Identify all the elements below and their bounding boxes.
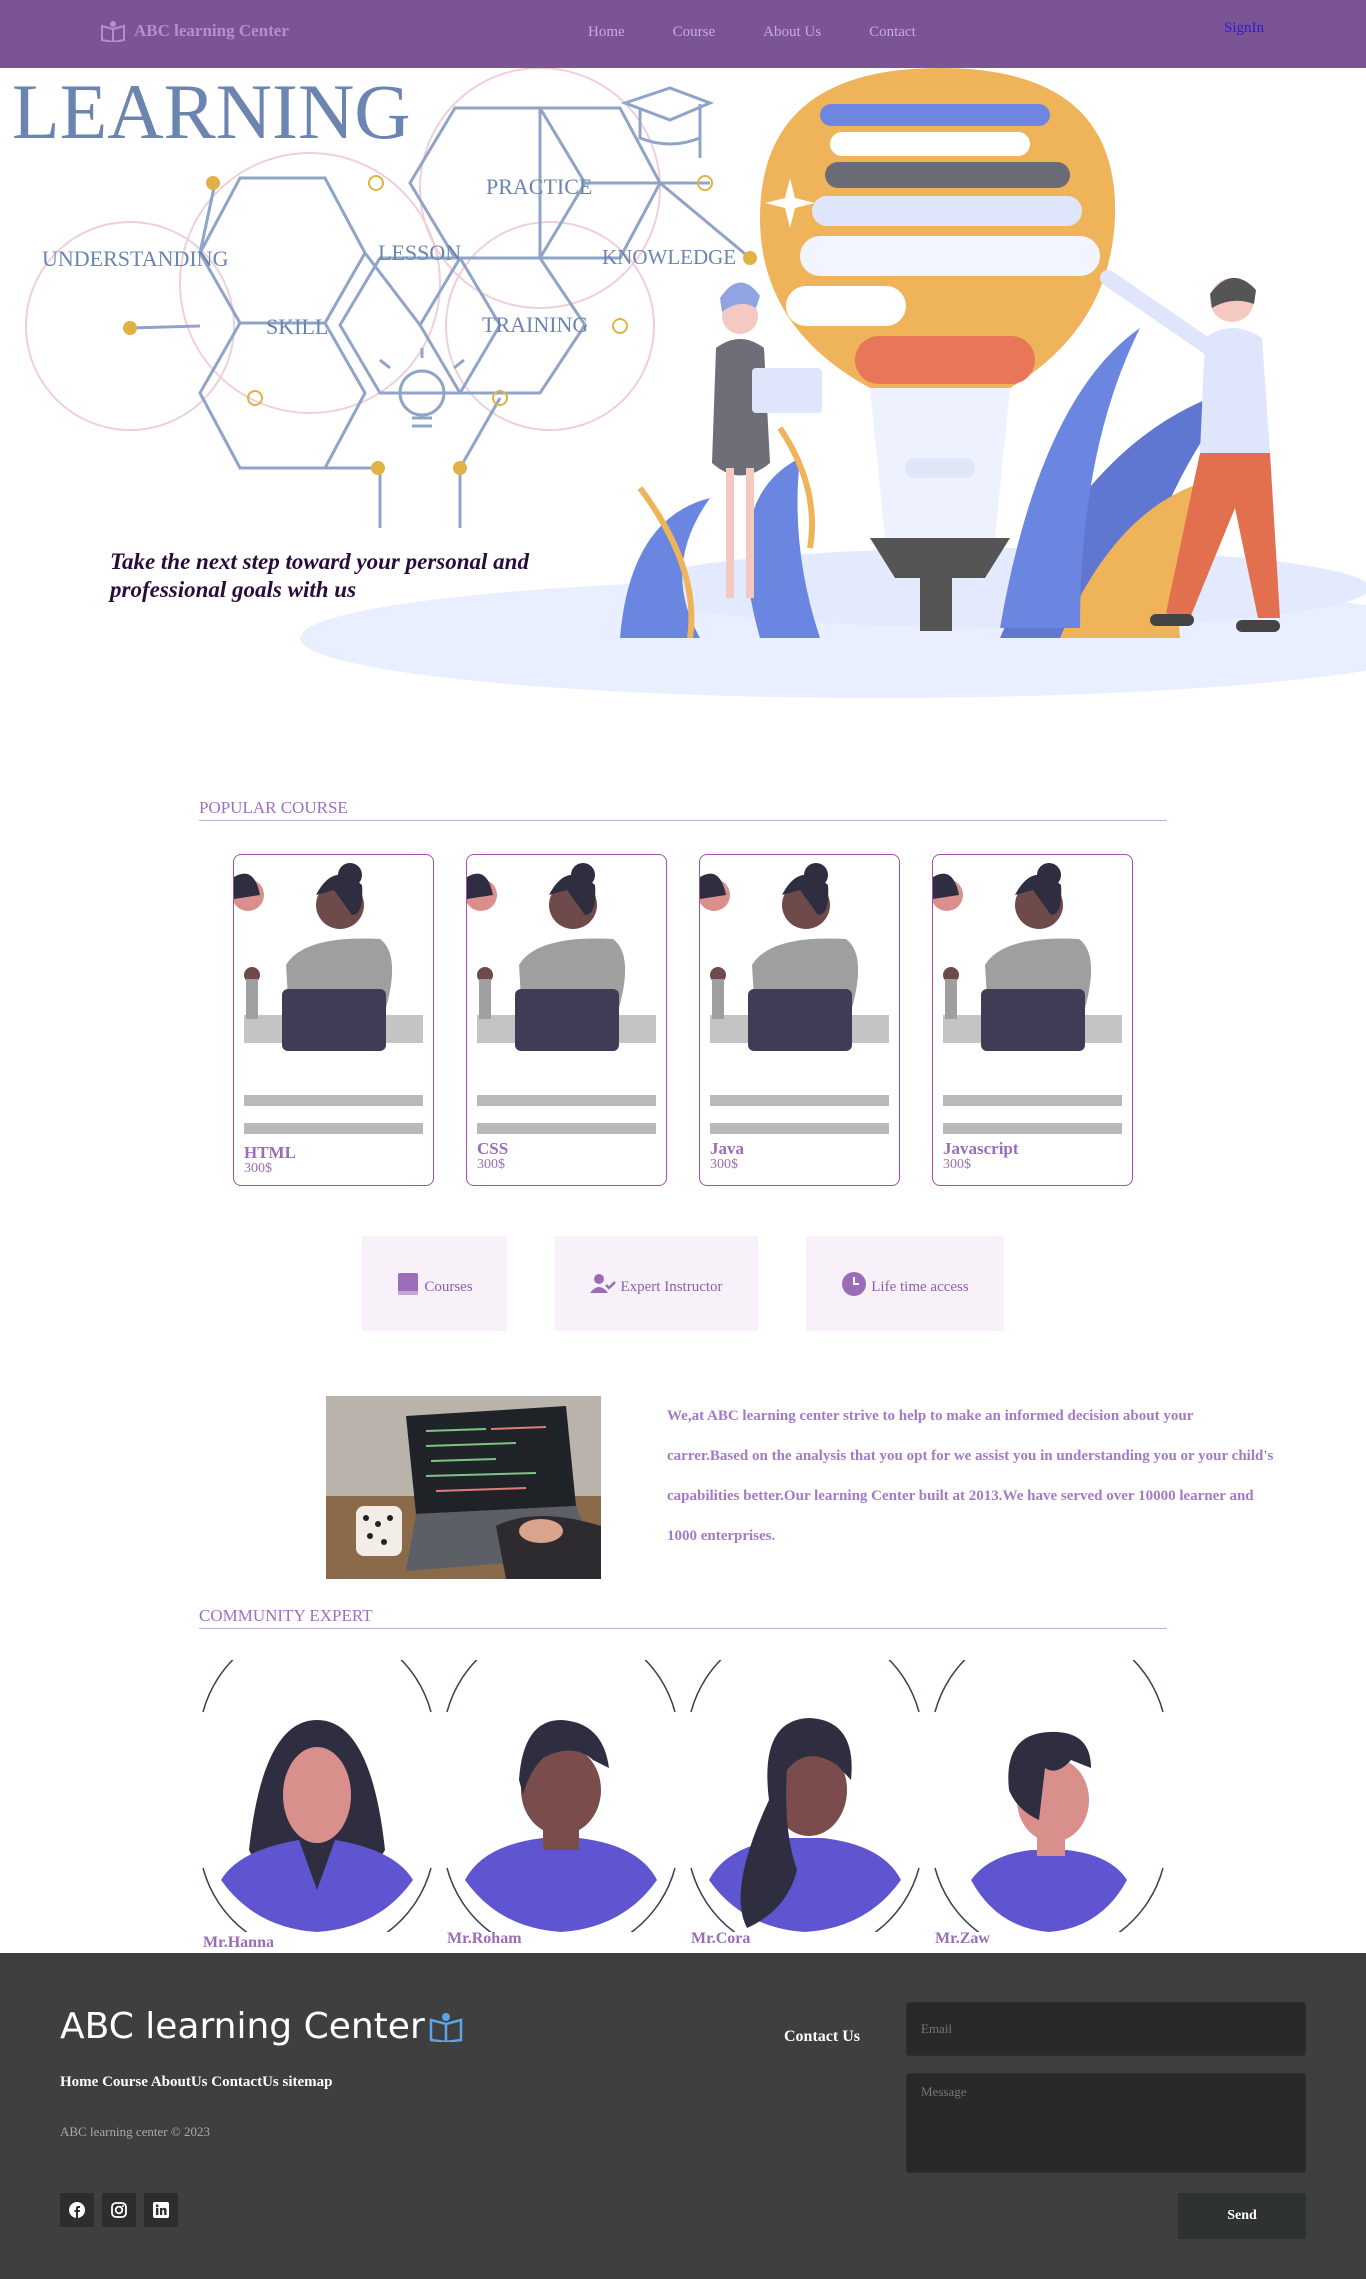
nav-link-contact[interactable]: Contact (869, 24, 916, 41)
hero-illustration: LEARNING UNDERSTANDING PRACTICE LESSON K… (12, 68, 1366, 698)
linkedin-icon (153, 2202, 169, 2218)
expert-name: Mr.Hanna (203, 1934, 274, 1951)
card-placeholder-line (477, 1123, 656, 1134)
nav-link-home[interactable]: Home (588, 24, 625, 41)
course-illustration (467, 863, 656, 1051)
instagram-icon (111, 2202, 127, 2218)
book-icon (398, 1272, 419, 1295)
expert-card-hanna[interactable]: Mr.Hanna (199, 1623, 435, 1957)
course-name: HTML (244, 1143, 296, 1162)
course-price: 300$ (943, 1157, 971, 1172)
nav-link-course[interactable]: Course (673, 24, 716, 41)
course-name: CSS (477, 1139, 509, 1158)
clock-icon (842, 1271, 867, 1296)
svg-text:SKILL: SKILL (266, 314, 328, 339)
expert-name: Mr.Zaw (935, 1930, 990, 1947)
course-price: 300$ (710, 1157, 738, 1172)
message-input[interactable] (906, 2073, 1306, 2173)
instagram-button[interactable] (102, 2193, 136, 2227)
hero-banner: LEARNING UNDERSTANDING PRACTICE LESSON K… (0, 68, 1366, 718)
course-card-javascript[interactable]: Javascript 300$ (932, 854, 1133, 1186)
course-illustration (234, 863, 423, 1051)
signin-link[interactable]: SignIn (1224, 20, 1264, 37)
expert-avatar (202, 1623, 432, 1957)
card-placeholder-line (244, 1095, 423, 1106)
hero-tagline: Take the next step toward your personal … (110, 549, 529, 602)
course-card-java[interactable]: Java 300$ (699, 854, 900, 1186)
svg-text:UNDERSTANDING: UNDERSTANDING (42, 246, 229, 271)
feature-lifetime-access: Life time access (806, 1236, 1004, 1331)
svg-text:KNOWLEDGE: KNOWLEDGE (602, 245, 736, 269)
facebook-button[interactable] (60, 2193, 94, 2227)
expert-avatar (690, 1623, 920, 1957)
contact-us-label: Contact Us (784, 2028, 860, 2045)
card-placeholder-line (244, 1123, 423, 1134)
send-button[interactable]: Send (1178, 2193, 1306, 2239)
about-text: We,at ABC learning center strive to help… (667, 1408, 1274, 1544)
user-check-icon (590, 1273, 617, 1293)
expert-card-roham[interactable]: Mr.Roham (443, 1623, 679, 1957)
card-placeholder-line (710, 1095, 889, 1106)
popular-course-heading: POPULAR COURSE (199, 798, 1167, 821)
community-expert-heading: COMMUNITY EXPERT (199, 1606, 1167, 1629)
laptop-coffee-photo (326, 1396, 601, 1579)
expert-name: Mr.Cora (691, 1930, 751, 1947)
expert-card-zaw[interactable]: Mr.Zaw (931, 1623, 1167, 1957)
svg-text:TRAINING: TRAINING (482, 312, 588, 337)
expert-card-cora[interactable]: Mr.Cora (687, 1623, 923, 1957)
footer-brand[interactable]: ABC learning Center (60, 2006, 463, 2047)
course-illustration (700, 863, 889, 1051)
footer-links[interactable]: Home Course AboutUs ContactUs sitemap (60, 2074, 333, 2091)
card-placeholder-line (710, 1123, 889, 1134)
expert-name: Mr.Roham (447, 1930, 522, 1947)
course-price: 300$ (477, 1157, 505, 1172)
card-placeholder-line (943, 1095, 1122, 1106)
open-book-icon (101, 21, 125, 42)
card-placeholder-line (477, 1095, 656, 1106)
footer-copyright: ABC learning center © 2023 (60, 2124, 210, 2139)
feature-label: Expert Instructor (620, 1279, 723, 1295)
feature-label: Courses (424, 1279, 473, 1295)
svg-text:LEARNING: LEARNING (12, 68, 411, 155)
course-name: Java (710, 1139, 744, 1158)
top-navbar: ABC learning Center Home Course About Us… (0, 0, 1366, 68)
course-card-css[interactable]: CSS 300$ (466, 854, 667, 1186)
open-book-icon (429, 2012, 462, 2042)
linkedin-button[interactable] (144, 2193, 178, 2227)
svg-text:PRACTICE: PRACTICE (486, 174, 592, 199)
expert-avatar (934, 1623, 1164, 1957)
feature-courses: Courses (362, 1236, 507, 1331)
nav-link-about[interactable]: About Us (763, 24, 821, 41)
feature-label: Life time access (871, 1279, 969, 1295)
footer-brand-name: ABC learning Center (60, 2006, 425, 2047)
email-input[interactable] (906, 2002, 1306, 2056)
course-price: 300$ (244, 1161, 272, 1176)
course-card-html[interactable]: HTML 300$ (233, 854, 434, 1186)
expert-avatar (446, 1623, 676, 1957)
brand-name: ABC learning Center (134, 21, 289, 40)
facebook-icon (69, 2202, 85, 2218)
svg-text:LESSON: LESSON (378, 240, 461, 265)
card-placeholder-line (943, 1123, 1122, 1134)
brand-logo[interactable]: ABC learning Center (100, 20, 289, 42)
feature-expert-instructor: Expert Instructor (555, 1236, 758, 1331)
course-illustration (933, 863, 1122, 1051)
course-name: Javascript (943, 1139, 1019, 1158)
